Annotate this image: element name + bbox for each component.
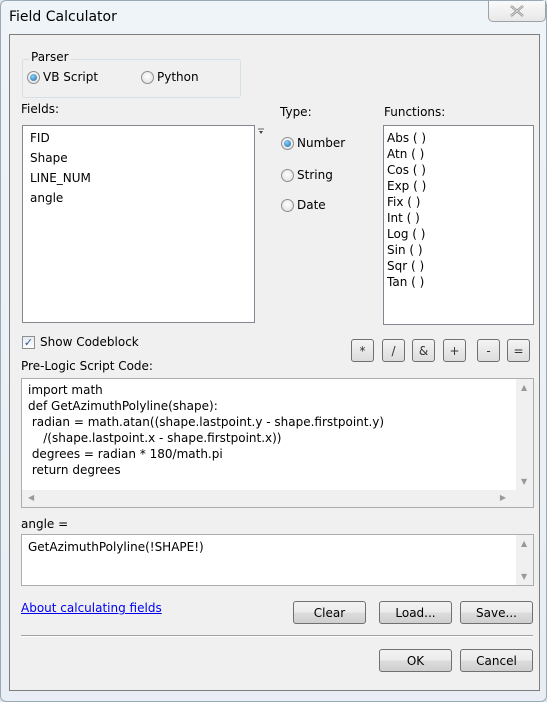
prelogic-label: Pre-Logic Script Code: (21, 359, 153, 373)
operator-minus-button[interactable]: - (477, 339, 500, 362)
code-line: return degrees (28, 463, 121, 477)
cancel-button[interactable]: Cancel (460, 649, 533, 672)
show-codeblock-checkbox[interactable]: ✓ Show Codeblock (22, 335, 139, 349)
expression-vertical-scrollbar[interactable]: ▲ ▼ (516, 535, 533, 585)
scroll-left-icon[interactable]: ◀ (28, 493, 34, 502)
type-label: Type: (280, 105, 312, 119)
load-button[interactable]: Load... (379, 601, 452, 624)
scroll-down-icon[interactable]: ▼ (521, 572, 527, 581)
divider (21, 635, 533, 637)
field-item[interactable]: angle (23, 188, 254, 208)
expression-editor[interactable]: GetAzimuthPolyline(!SHAPE!) ▲ ▼ (21, 534, 534, 586)
field-item[interactable]: LINE_NUM (23, 168, 254, 188)
radio-unselected-icon (281, 198, 294, 212)
code-line: degrees = radian * 180/math.pi (28, 447, 223, 461)
radio-date-label: Date (297, 198, 326, 212)
function-item[interactable]: Sqr ( ) (384, 258, 533, 274)
prelogic-horizontal-scrollbar[interactable]: ◀ ▶ (22, 490, 516, 507)
operator-equals-button[interactable]: = (507, 339, 530, 362)
save-button[interactable]: Save... (460, 601, 533, 624)
clear-button[interactable]: Clear (293, 601, 366, 624)
operator-multiply-button[interactable]: * (351, 339, 374, 362)
scroll-up-icon[interactable]: ▲ (521, 383, 527, 392)
dialog-body: Parser VB Script Python Fields: FID Shap… (9, 34, 540, 691)
show-codeblock-label: Show Codeblock (40, 335, 139, 349)
sort-dropdown-icon[interactable] (257, 125, 265, 139)
radio-unselected-icon (281, 168, 294, 182)
radio-selected-icon (27, 70, 40, 84)
radio-vbscript-label: VB Script (43, 70, 99, 84)
field-calculator-window: Field Calculator Parser VB Script Python… (0, 0, 547, 702)
ok-button[interactable]: OK (379, 649, 452, 672)
radio-number-label: Number (297, 136, 346, 150)
close-button[interactable] (488, 1, 546, 22)
code-line: radian = math.atan((shape.lastpoint.y - … (28, 415, 385, 429)
fields-list[interactable]: FID Shape LINE_NUM angle (22, 125, 255, 323)
code-line: def GetAzimuthPolyline(shape): (28, 399, 218, 413)
function-item[interactable]: Atn ( ) (384, 146, 533, 162)
function-item[interactable]: Cos ( ) (384, 162, 533, 178)
prelogic-code-editor[interactable]: import math def GetAzimuthPolyline(shape… (21, 378, 534, 508)
about-calculating-fields-link[interactable]: About calculating fields (21, 601, 162, 615)
function-item[interactable]: Abs ( ) (384, 130, 533, 146)
window-title: Field Calculator (9, 9, 117, 25)
radio-string-label: String (297, 168, 333, 182)
scroll-corner (516, 490, 533, 507)
radio-python-label: Python (157, 70, 199, 84)
operator-plus-button[interactable]: + (443, 339, 466, 362)
radio-string[interactable]: String (281, 168, 333, 182)
expression-label: angle = (21, 517, 69, 531)
expression-value: GetAzimuthPolyline(!SHAPE!) (28, 540, 204, 554)
function-item[interactable]: Log ( ) (384, 226, 533, 242)
radio-vbscript[interactable]: VB Script (27, 70, 98, 84)
radio-number[interactable]: Number (281, 136, 345, 150)
code-line: import math (28, 383, 103, 397)
functions-list[interactable]: Abs ( ) Atn ( ) Cos ( ) Exp ( ) Fix ( ) … (383, 125, 534, 325)
checkmark-icon: ✓ (22, 335, 35, 349)
fields-label: Fields: (21, 102, 59, 116)
field-item[interactable]: Shape (23, 148, 254, 168)
scroll-right-icon[interactable]: ▶ (500, 493, 506, 502)
code-line: /(shape.lastpoint.x - shape.firstpoint.x… (28, 431, 282, 445)
functions-label: Functions: (384, 105, 446, 119)
function-item[interactable]: Fix ( ) (384, 194, 533, 210)
scroll-down-icon[interactable]: ▼ (521, 477, 527, 486)
radio-date[interactable]: Date (281, 198, 326, 212)
function-item[interactable]: Int ( ) (384, 210, 533, 226)
operator-ampersand-button[interactable]: & (412, 339, 435, 362)
prelogic-vertical-scrollbar[interactable]: ▲ ▼ (516, 379, 533, 490)
function-item[interactable]: Sin ( ) (384, 242, 533, 258)
parser-label: Parser (29, 50, 71, 64)
field-item[interactable]: FID (23, 128, 254, 148)
function-item[interactable]: Tan ( ) (384, 274, 533, 290)
close-x-icon (510, 5, 524, 17)
function-item[interactable]: Exp ( ) (384, 178, 533, 194)
radio-selected-icon (281, 136, 294, 150)
operator-divide-button[interactable]: / (382, 339, 405, 362)
radio-unselected-icon (141, 70, 154, 84)
scroll-up-icon[interactable]: ▲ (521, 539, 527, 548)
radio-python[interactable]: Python (141, 70, 199, 84)
